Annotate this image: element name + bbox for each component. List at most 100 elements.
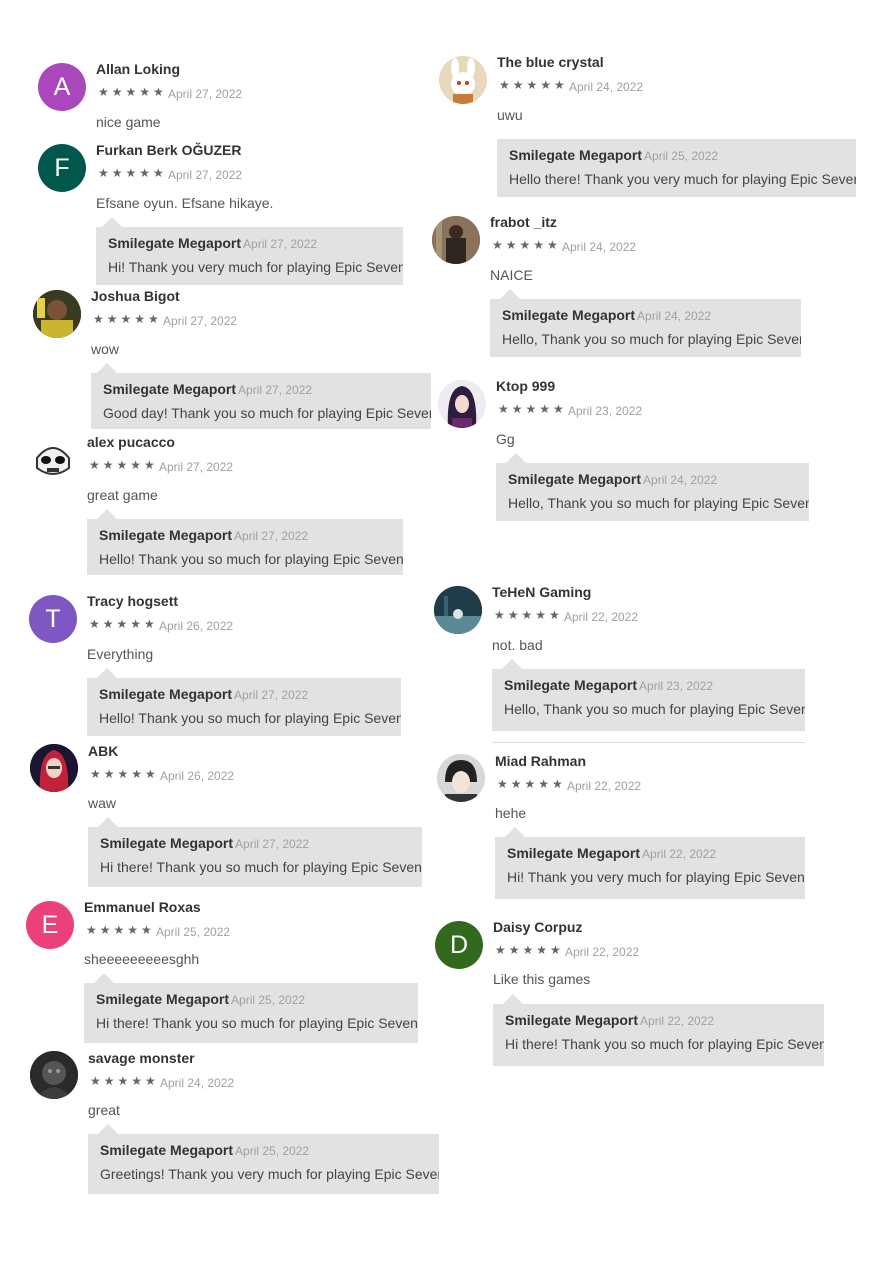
reply-author: Smilegate Megaport April 22, 2022 <box>507 845 717 861</box>
developer-reply: Smilegate Megaport April 27, 2022 Hello! … <box>87 519 403 575</box>
avatar-letter: E <box>41 910 59 939</box>
review-card: F Furkan Berk OĞUZER ★★★★★ April 27, 202… <box>38 139 418 289</box>
reply-date: April 25, 2022 <box>231 993 306 1007</box>
dark-avatar-icon <box>30 1051 78 1099</box>
star-rating: ★★★★★ <box>498 402 567 416</box>
reply-arrow <box>102 217 122 227</box>
developer-reply: Smilegate Megaport April 27, 2022 Hello! … <box>87 678 401 736</box>
review-text: great <box>88 1102 120 1118</box>
reviewer-name: Joshua Bigot <box>91 288 180 304</box>
star-rating: ★★★★★ <box>90 767 159 781</box>
review-date: April 24, 2022 <box>562 240 637 254</box>
reply-date: April 22, 2022 <box>640 1014 715 1028</box>
review-card: frabot _itz ★★★★★ April 24, 2022 NAICE S… <box>432 211 862 361</box>
review-text: wow <box>91 341 120 357</box>
reviewer-name: Miad Rahman <box>495 753 587 769</box>
reply-arrow <box>94 973 114 983</box>
reviewer-name: TeHeN Gaming <box>492 584 592 600</box>
reviewer-name: Emmanuel Roxas <box>84 899 201 915</box>
review-date: April 27, 2022 <box>159 460 234 474</box>
reviewer-name: frabot _itz <box>490 214 557 230</box>
reply-date: April 27, 2022 <box>234 529 309 543</box>
avatar: D <box>435 921 483 969</box>
reply-author: Smilegate Megaport April 27, 2022 <box>108 235 318 251</box>
review-date: April 26, 2022 <box>160 769 235 783</box>
reply-text: Hello, Thank you so much for playing Epi… <box>502 331 801 347</box>
review-text: sheeeeeeeeesghh <box>84 951 200 967</box>
review-text: not. bad <box>492 637 543 653</box>
reply-text: Hello! Thank you so much for playing Epi… <box>99 551 403 567</box>
reply-arrow <box>505 827 525 837</box>
star-rating: ★★★★★ <box>89 617 158 631</box>
star-rating: ★★★★★ <box>98 166 167 180</box>
figure-avatar-icon <box>432 216 480 264</box>
star-rating: ★★★★★ <box>494 608 563 622</box>
reply-text: Good day! Thank you so much for playing … <box>103 405 431 421</box>
star-rating: ★★★★★ <box>492 238 561 252</box>
reply-arrow <box>97 363 117 373</box>
reviewer-name: Daisy Corpuz <box>493 919 583 935</box>
review-date: April 22, 2022 <box>567 779 642 793</box>
review-card: T Tracy hogsett ★★★★★ April 26, 2022 Eve… <box>29 590 409 740</box>
reply-text: Hello, Thank you so much for playing Epi… <box>504 701 805 717</box>
reply-date: April 24, 2022 <box>643 473 718 487</box>
developer-reply: Smilegate Megaport April 22, 2022 Hi! Tha… <box>495 837 805 899</box>
review-card: Joshua Bigot ★★★★★ April 27, 2022 wow Sm… <box>33 285 433 435</box>
review-text: nice game <box>96 114 161 130</box>
review-date: April 26, 2022 <box>159 619 234 633</box>
review-card: A Allan Loking ★★★★★ April 27, 2022 nice… <box>38 58 418 138</box>
anime-avatar-icon <box>30 744 78 792</box>
reply-arrow <box>500 289 520 299</box>
reply-author: Smilegate Megaport April 27, 2022 <box>99 686 309 702</box>
reply-text: Hi! Thank you very much for playing Epic… <box>507 869 805 885</box>
manga-avatar-icon <box>437 754 485 802</box>
star-rating: ★★★★★ <box>495 943 564 957</box>
avatar: E <box>26 901 74 949</box>
reply-author: Smilegate Megaport April 22, 2022 <box>505 1012 715 1028</box>
review-date: April 27, 2022 <box>168 168 243 182</box>
reply-date: April 27, 2022 <box>243 237 318 251</box>
avatar-letter: D <box>449 930 469 959</box>
reply-text: Hello, Thank you so much for playing Epi… <box>508 495 809 511</box>
review-date: April 22, 2022 <box>564 610 639 624</box>
reply-author: Smilegate Megaport April 27, 2022 <box>103 381 313 397</box>
reply-arrow <box>98 1124 118 1134</box>
reply-date: April 23, 2022 <box>639 679 714 693</box>
review-card: savage monster ★★★★★ April 24, 2022 grea… <box>30 1047 450 1197</box>
review-card: Ktop 999 ★★★★★ April 23, 2022 Gg Smilega… <box>438 375 868 525</box>
reply-text: Hi there! Thank you so much for playing … <box>505 1036 824 1052</box>
star-rating: ★★★★★ <box>499 78 568 92</box>
review-date: April 24, 2022 <box>569 80 644 94</box>
review-text: Gg <box>496 431 515 447</box>
reply-author: Smilegate Megaport April 25, 2022 <box>100 1142 310 1158</box>
developer-reply: Smilegate Megaport April 27, 2022 Hi ther… <box>88 827 422 887</box>
reply-date: April 27, 2022 <box>238 383 313 397</box>
review-card: E Emmanuel Roxas ★★★★★ April 25, 2022 sh… <box>26 896 426 1046</box>
reviewer-name: Ktop 999 <box>496 378 556 394</box>
reviewer-name: ABK <box>88 743 119 759</box>
reply-author: Smilegate Megaport April 27, 2022 <box>99 527 309 543</box>
review-text: hehe <box>495 805 527 821</box>
avatar: A <box>38 63 86 111</box>
avatar-letter: A <box>53 72 71 101</box>
reply-author: Smilegate Megaport April 24, 2022 <box>508 471 718 487</box>
reply-arrow <box>502 659 522 669</box>
reply-author: Smilegate Megaport April 25, 2022 <box>509 147 719 163</box>
reply-text: Greetings! Thank you very much for playi… <box>100 1166 439 1182</box>
review-date: April 25, 2022 <box>156 925 231 939</box>
review-date: April 22, 2022 <box>565 945 640 959</box>
reviewer-name: The blue crystal <box>497 54 604 70</box>
review-card: ABK ★★★★★ April 26, 2022 waw Smilegate M… <box>30 740 430 890</box>
reply-arrow <box>503 994 523 1004</box>
reply-arrow <box>98 817 118 827</box>
reply-text: Hi there! Thank you so much for playing … <box>100 859 422 875</box>
star-rating: ★★★★★ <box>93 312 162 326</box>
reply-author: Smilegate Megaport April 24, 2022 <box>502 307 712 323</box>
reply-text: Hello there! Thank you very much for pla… <box>509 171 856 187</box>
reviewer-name: alex pucacco <box>87 434 175 450</box>
review-text: great game <box>87 487 158 503</box>
reply-date: April 25, 2022 <box>644 149 719 163</box>
reply-date: April 25, 2022 <box>235 1144 310 1158</box>
review-text: uwu <box>497 107 523 123</box>
stormtrooper-avatar-icon <box>29 436 77 484</box>
